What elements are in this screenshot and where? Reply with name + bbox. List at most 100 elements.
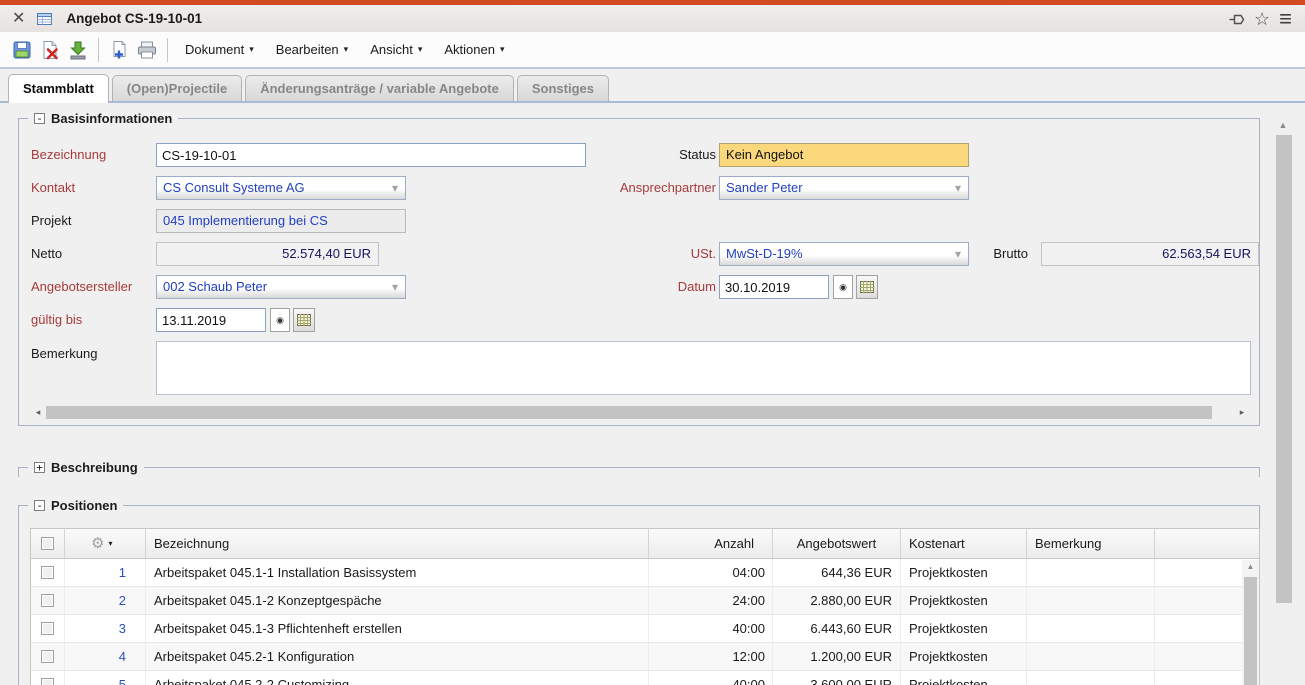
cell-bemerkung	[1027, 643, 1155, 670]
gueltig-bis-today-icon[interactable]: ◉	[270, 308, 290, 332]
row-number-cell[interactable]: 3	[65, 615, 146, 642]
label-bezeichnung: Bezeichnung	[31, 143, 106, 167]
page-scroll-up-icon[interactable]: ▲	[1273, 120, 1293, 132]
label-bemerkung: Bemerkung	[31, 342, 97, 366]
menu-label: Aktionen	[444, 42, 495, 57]
label-kontakt: Kontakt	[31, 176, 75, 200]
new-document-icon[interactable]	[105, 36, 133, 64]
tab-open-projectile[interactable]: (Open)Projectile	[112, 75, 242, 101]
checkbox-icon[interactable]	[41, 537, 54, 550]
label-status: Status	[519, 143, 716, 167]
angebotsersteller-combobox[interactable]: 002 Schaub Peter ▾	[156, 275, 406, 299]
ust-combobox[interactable]: MwSt-D-19% ▾	[719, 242, 969, 266]
close-icon[interactable]: ✕	[12, 11, 25, 27]
toolbar-separator	[167, 38, 168, 62]
projekt-link-field[interactable]: 045 Implementierung bei CS	[156, 209, 406, 233]
kontakt-combobox[interactable]: CS Consult Systeme AG ▾	[156, 176, 406, 200]
beschreibung-legend: + Beschreibung	[28, 459, 144, 476]
section-positionen: - Positionen ⚙ ▾ Bezeichnung Anzahl Ange…	[18, 505, 1260, 685]
row-number-cell[interactable]: 2	[65, 587, 146, 614]
column-header-kostenart[interactable]: Kostenart	[901, 529, 1027, 558]
checkbox-icon[interactable]	[41, 594, 54, 607]
label-projekt: Projekt	[31, 209, 71, 233]
scroll-up-icon[interactable]: ▲	[1242, 560, 1259, 574]
hamburger-menu-icon[interactable]: ≡	[1279, 10, 1292, 28]
gueltig-bis-calendar-icon[interactable]	[293, 308, 315, 332]
column-header-empty	[1155, 529, 1259, 558]
chevron-down-icon[interactable]: ▾	[385, 177, 405, 199]
checkbox-icon[interactable]	[41, 566, 54, 579]
cell-bemerkung	[1027, 587, 1155, 614]
collapse-toggle-icon[interactable]: -	[34, 113, 45, 124]
bemerkung-textarea[interactable]	[156, 341, 1251, 395]
label-ust: USt.	[519, 242, 716, 266]
horizontal-scrollbar[interactable]: ◂ ▸	[31, 405, 1249, 420]
save-icon[interactable]	[8, 36, 36, 64]
datum-today-icon[interactable]: ◉	[833, 275, 853, 299]
toolbar-separator	[98, 38, 99, 62]
row-checkbox[interactable]	[31, 559, 65, 586]
table-vertical-scrollbar[interactable]: ▲	[1242, 560, 1259, 685]
menu-label: Dokument	[185, 42, 244, 57]
collapse-toggle-icon[interactable]: -	[34, 500, 45, 511]
page-scrollbar-thumb[interactable]	[1276, 135, 1292, 603]
ansprechpartner-combobox[interactable]: Sander Peter ▾	[719, 176, 969, 200]
export-download-icon[interactable]	[64, 36, 92, 64]
tab-sonstiges[interactable]: Sonstiges	[517, 75, 609, 101]
pin-icon[interactable]	[1228, 11, 1245, 27]
menu-ansicht[interactable]: Ansicht ▾	[359, 37, 433, 62]
column-header-anzahl[interactable]: Anzahl	[649, 529, 773, 558]
menu-label: Ansicht	[370, 42, 413, 57]
row-checkbox[interactable]	[31, 587, 65, 614]
checkbox-icon[interactable]	[41, 650, 54, 663]
row-number-cell[interactable]: 4	[65, 643, 146, 670]
cell-angebotswert: 644,36 EUR	[773, 559, 901, 586]
chevron-down-icon[interactable]: ▾	[948, 243, 968, 265]
scroll-right-icon[interactable]: ▸	[1235, 405, 1249, 420]
table-row[interactable]: 5 Arbeitspaket 045.2-2 Customizing 40:00…	[31, 671, 1259, 685]
row-number-cell[interactable]: 5	[65, 671, 146, 685]
gueltig-bis-input[interactable]	[156, 308, 266, 332]
table-row[interactable]: 1 Arbeitspaket 045.1-1 Installation Basi…	[31, 559, 1259, 587]
cell-angebotswert: 2.880,00 EUR	[773, 587, 901, 614]
row-number-cell[interactable]: 1	[65, 559, 146, 586]
chevron-down-icon[interactable]: ▾	[948, 177, 968, 199]
print-icon[interactable]	[133, 36, 161, 64]
row-checkbox[interactable]	[31, 615, 65, 642]
titlebar-actions: ☆ ≡	[1228, 10, 1292, 28]
chevron-down-icon[interactable]: ▾	[385, 276, 405, 298]
delete-document-icon[interactable]	[36, 36, 64, 64]
checkbox-icon[interactable]	[41, 678, 54, 685]
column-header-angebotswert[interactable]: Angebotswert	[773, 529, 901, 558]
datum-input[interactable]	[719, 275, 829, 299]
scrollbar-thumb[interactable]	[1244, 577, 1257, 685]
menu-aktionen[interactable]: Aktionen ▾	[433, 37, 515, 62]
cell-angebotswert: 3.600,00 EUR	[773, 671, 901, 685]
table-row[interactable]: 4 Arbeitspaket 045.2-1 Konfiguration 12:…	[31, 643, 1259, 671]
kontakt-value: CS Consult Systeme AG	[157, 177, 385, 199]
row-checkbox[interactable]	[31, 643, 65, 670]
tab-stammblatt[interactable]: Stammblatt	[8, 74, 109, 103]
tab-aenderungsantraege[interactable]: Änderungsanträge / variable Angebote	[245, 75, 514, 101]
favorite-star-icon[interactable]: ☆	[1254, 10, 1270, 28]
menu-bearbeiten[interactable]: Bearbeiten ▾	[265, 37, 359, 62]
cell-kostenart: Projektkosten	[901, 559, 1027, 586]
column-header-bezeichnung[interactable]: Bezeichnung	[146, 529, 649, 558]
table-settings-menu[interactable]: ⚙ ▾	[65, 529, 146, 558]
cell-anzahl: 24:00	[649, 587, 773, 614]
gear-icon[interactable]: ⚙	[91, 536, 104, 551]
cell-bezeichnung: Arbeitspaket 045.2-2 Customizing	[146, 671, 649, 685]
table-row[interactable]: 2 Arbeitspaket 045.1-2 Konzeptgespäche 2…	[31, 587, 1259, 615]
expand-toggle-icon[interactable]: +	[34, 462, 45, 473]
cell-bemerkung	[1027, 559, 1155, 586]
column-header-bemerkung[interactable]: Bemerkung	[1027, 529, 1155, 558]
scroll-left-icon[interactable]: ◂	[31, 405, 45, 420]
checkbox-icon[interactable]	[41, 622, 54, 635]
row-checkbox[interactable]	[31, 671, 65, 685]
select-all-checkbox[interactable]	[31, 529, 65, 558]
table-row[interactable]: 3 Arbeitspaket 045.1-3 Pflichtenheft ers…	[31, 615, 1259, 643]
datum-calendar-icon[interactable]	[856, 275, 878, 299]
scrollbar-thumb[interactable]	[46, 406, 1212, 419]
chevron-down-icon: ▾	[108, 539, 112, 548]
menu-dokument[interactable]: Dokument ▾	[174, 37, 265, 62]
